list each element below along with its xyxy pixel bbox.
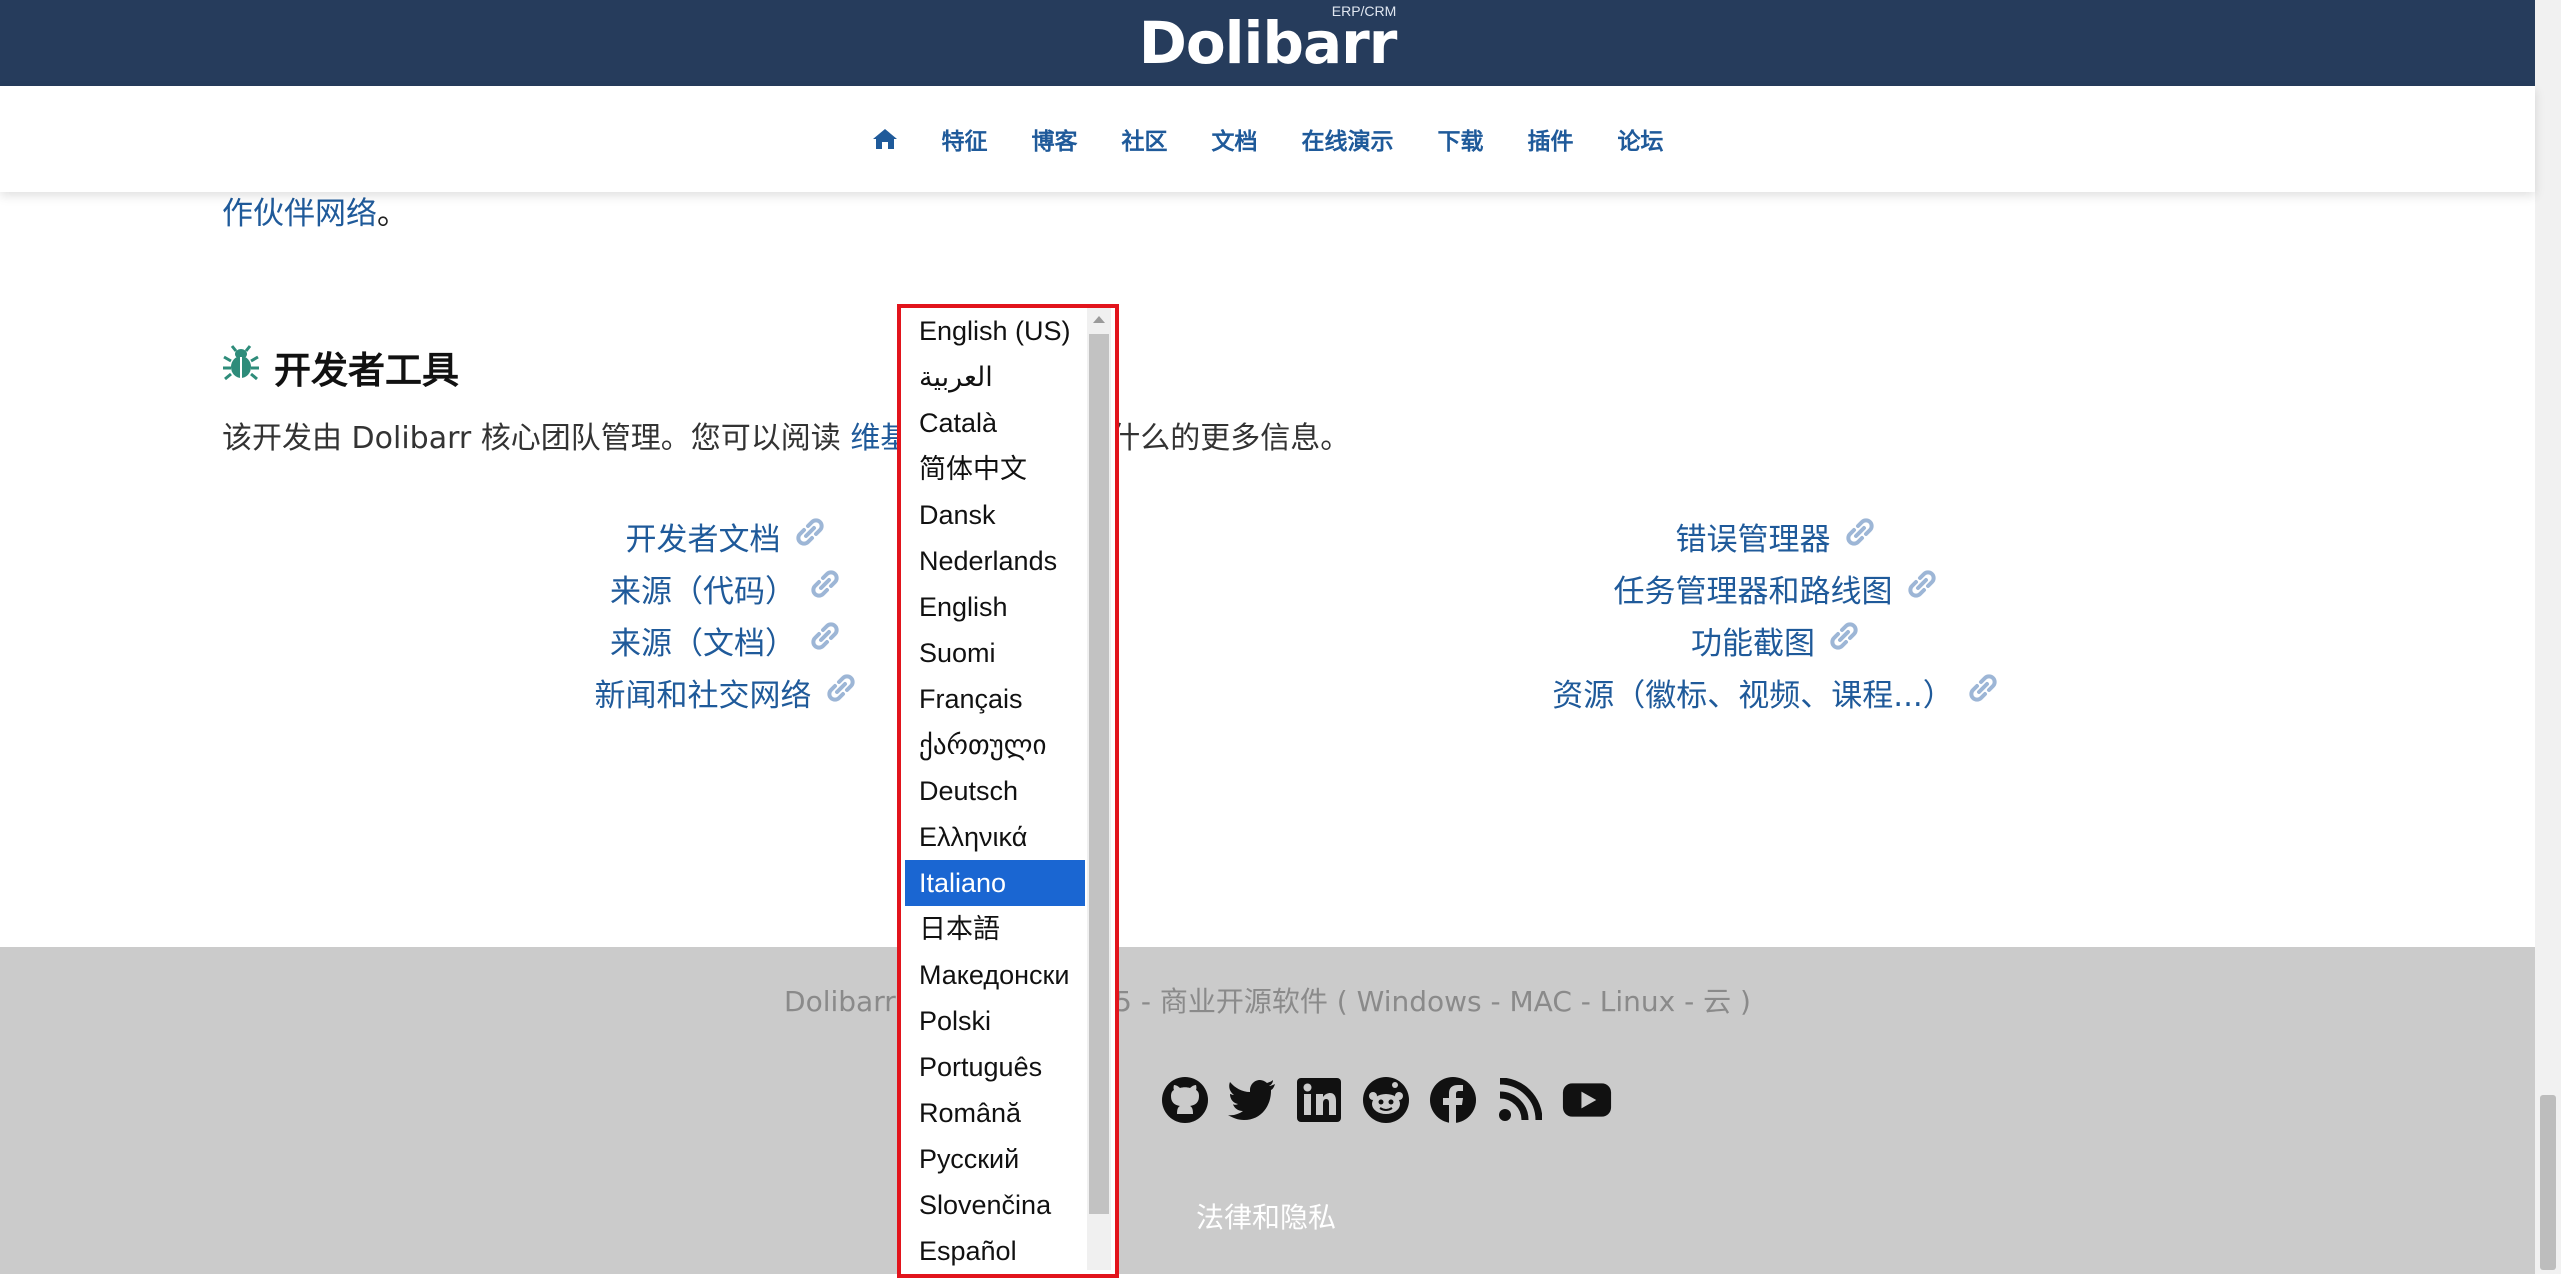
rss-icon[interactable] (1495, 1075, 1545, 1125)
nav-item-docs[interactable]: 文档 (1212, 122, 1258, 156)
linkedin-icon[interactable] (1294, 1075, 1344, 1125)
dev-links-right: 错误管理器 任务管理器和路线图 功能截图 资源（徽标、视频、课程...） (1490, 510, 2060, 718)
language-options: English (US) العربية Català 简体中文 Dansk Nederl… (905, 308, 1085, 1274)
language-list-scroll-thumb[interactable] (1089, 334, 1109, 1214)
nav-item-features[interactable]: 特征 (942, 122, 988, 156)
language-option[interactable]: English (US) (905, 308, 1085, 354)
link-icon (781, 517, 825, 555)
partner-network-link[interactable]: 作伙伴网络 (222, 196, 377, 232)
logo-text: Dolibarr (1138, 9, 1398, 77)
language-option[interactable]: Português (905, 1044, 1085, 1090)
dev-tools-heading: 开发者工具 (222, 340, 459, 394)
social-links (1160, 1075, 1629, 1125)
language-option[interactable]: Македонски (905, 952, 1085, 998)
link-label: 功能截图 (1691, 625, 1815, 662)
intro-punct: 。 (377, 196, 408, 232)
language-option[interactable]: Русский (905, 1136, 1085, 1182)
bug-icon (222, 344, 274, 391)
main-nav: 特征 博客 社区 文档 在线演示 下载 插件 论坛 (0, 86, 2535, 192)
dev-link[interactable]: 开发者文档 (626, 510, 825, 562)
language-option[interactable]: Polski (905, 998, 1085, 1044)
nav-item-download[interactable]: 下载 (1438, 122, 1484, 156)
link-icon (1954, 673, 1998, 711)
dev-link[interactable]: 功能截图 (1691, 614, 1859, 666)
language-option[interactable]: Español (905, 1228, 1085, 1274)
language-option[interactable]: 简体中文 (905, 446, 1085, 492)
link-icon (1815, 621, 1859, 659)
desc-text-before: 该开发由 Dolibarr 核心团队管理。您可以阅读 (222, 421, 851, 456)
language-option[interactable]: Ελληνικά (905, 814, 1085, 860)
link-icon (1893, 569, 1937, 607)
link-label: 来源（代码） (610, 573, 796, 610)
language-option[interactable]: Italiano (905, 860, 1085, 906)
link-label: 资源（徽标、视频、课程...） (1552, 677, 1954, 714)
page-scrollbar[interactable] (2535, 0, 2561, 1274)
link-label: 任务管理器和路线图 (1613, 573, 1893, 610)
language-option[interactable]: Català (905, 400, 1085, 446)
dev-link[interactable]: 资源（徽标、视频、课程...） (1552, 666, 1998, 718)
dev-link[interactable]: 来源（文档） (610, 614, 840, 666)
copyright-line: Dolibarr 2025 - 商业开源软件 ( Windows - MAC - … (0, 980, 2535, 1020)
link-icon (796, 621, 840, 659)
nav-item-forum[interactable]: 论坛 (1618, 122, 1664, 156)
nav-home[interactable] (872, 127, 898, 151)
language-dropdown-list[interactable]: English (US) العربية Català 简体中文 Dansk Nederl… (897, 304, 1119, 1278)
dolibarr-logo[interactable]: Dolibarr ERP/CRM (1139, 4, 1398, 72)
link-label: 开发者文档 (625, 521, 781, 558)
dev-link[interactable]: 错误管理器 (1676, 510, 1875, 562)
language-option[interactable]: Nederlands (905, 538, 1085, 584)
nav-item-demo[interactable]: 在线演示 (1302, 122, 1394, 156)
github-icon[interactable] (1160, 1075, 1210, 1125)
language-option[interactable]: العربية (905, 354, 1085, 400)
link-icon (812, 673, 856, 711)
language-option[interactable]: Slovenčina (905, 1182, 1085, 1228)
dev-tools-description: 该开发由 Dolibarr 核心团队管理。您可以阅读 维基 谁做什么的更多信息。 (222, 413, 1350, 457)
link-label: 新闻和社交网络 (594, 677, 812, 714)
reddit-icon[interactable] (1361, 1075, 1411, 1125)
language-option[interactable]: Română (905, 1090, 1085, 1136)
link-icon (1831, 517, 1875, 555)
legal-privacy-link[interactable]: 法律和隐私 (1196, 1196, 1336, 1236)
scroll-up-arrow-icon[interactable] (1093, 316, 1105, 323)
twitter-icon[interactable] (1227, 1075, 1277, 1125)
home-icon (872, 127, 898, 151)
top-brand-bar: Dolibarr ERP/CRM (0, 0, 2535, 86)
youtube-icon[interactable] (1562, 1075, 1612, 1125)
dev-link[interactable]: 新闻和社交网络 (595, 666, 856, 718)
dev-link[interactable]: 任务管理器和路线图 (1614, 562, 1937, 614)
link-label: 错误管理器 (1675, 521, 1831, 558)
partner-network-text: 作伙伴网络。 (222, 188, 408, 233)
language-option[interactable]: ქართული (905, 722, 1085, 768)
facebook-icon[interactable] (1428, 1075, 1478, 1125)
nav-item-plugins[interactable]: 插件 (1528, 122, 1574, 156)
copyright-end: 2025 - 商业开源软件 ( Windows - MAC - Linux - … (1060, 985, 1751, 1018)
language-option[interactable]: Dansk (905, 492, 1085, 538)
dev-tools-title: 开发者工具 (274, 349, 459, 392)
copyright-start: Dolibarr (784, 985, 896, 1018)
language-option[interactable]: English (905, 584, 1085, 630)
language-option[interactable]: Français (905, 676, 1085, 722)
nav-item-community[interactable]: 社区 (1122, 122, 1168, 156)
link-label: 来源（文档） (610, 625, 796, 662)
nav-item-blog[interactable]: 博客 (1032, 122, 1078, 156)
page-scrollbar-thumb[interactable] (2540, 1095, 2556, 1270)
language-option[interactable]: Suomi (905, 630, 1085, 676)
language-option[interactable]: 日本語 (905, 906, 1085, 952)
language-option[interactable]: Deutsch (905, 768, 1085, 814)
link-icon (796, 569, 840, 607)
dev-link[interactable]: 来源（代码） (610, 562, 840, 614)
logo-subtitle: ERP/CRM (1331, 3, 1397, 19)
language-list-scrollbar[interactable] (1087, 308, 1111, 1270)
